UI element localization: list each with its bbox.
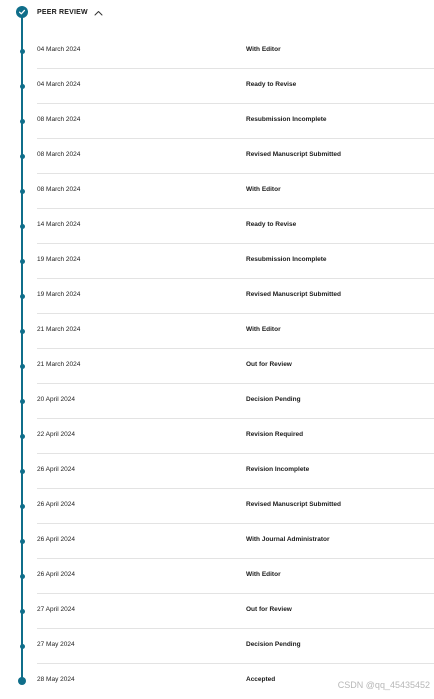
event-date: 19 March 2024 [37,256,81,263]
event-status: Revised Manuscript Submitted [246,291,341,298]
event-status: Revision Required [246,431,304,438]
timeline-dot-icon [19,539,25,544]
event-date: 26 April 2024 [37,536,75,543]
event-date: 08 March 2024 [37,151,81,158]
event-status: Decision Pending [246,641,301,648]
event-date: 04 March 2024 [37,46,81,53]
event-date: 26 April 2024 [37,571,75,578]
event-date: 22 April 2024 [37,431,75,438]
event-status: Revision Incomplete [246,466,310,473]
timeline-dot-icon [19,574,25,579]
event-status: Revised Manuscript Submitted [246,501,341,508]
event-date: 19 March 2024 [37,291,81,298]
event-row: 04 March 2024 Ready to Revise [0,69,434,104]
event-status: With Editor [246,46,281,53]
event-row: 26 April 2024 With Journal Administrator [0,524,434,559]
event-status: With Editor [246,571,281,578]
event-status: Ready to Revise [246,221,297,228]
event-status: Resubmission Incomplete [246,116,327,123]
event-date: 14 March 2024 [37,221,81,228]
timeline-dot-icon [18,677,26,685]
timeline-dot-icon [19,119,25,124]
event-date: 04 March 2024 [37,81,81,88]
event-row: 19 March 2024 Resubmission Incomplete [0,244,434,279]
event-row: 08 March 2024 With Editor [0,174,434,209]
timeline-dot-icon [19,609,25,614]
watermark: CSDN @qq_45435452 [337,680,430,690]
section-title: PEER REVIEW [37,8,88,16]
event-row: 20 April 2024 Decision Pending [0,384,434,419]
event-date: 08 March 2024 [37,186,81,193]
timeline-dot-icon [19,84,25,89]
event-status: Out for Review [246,361,292,368]
timeline-dot-icon [19,364,25,369]
peer-review-toggle[interactable]: PEER REVIEW [37,5,103,19]
event-row: 21 March 2024 Out for Review [0,349,434,384]
event-row: 26 April 2024 Revised Manuscript Submitte… [0,489,434,524]
timeline-dot-icon [19,329,25,334]
event-date: 28 May 2024 [37,676,75,683]
timeline-dot-icon [19,189,25,194]
chevron-up-icon[interactable] [94,3,103,21]
event-history-list: 04 March 2024 With Editor 04 March 2024 Re… [0,34,434,699]
event-row: 27 May 2024 Decision Pending [0,629,434,664]
timeline-dot-icon [19,399,25,404]
event-row: 27 April 2024 Out for Review [0,594,434,629]
event-date: 08 March 2024 [37,116,81,123]
event-status: Out for Review [246,606,292,613]
event-date: 27 April 2024 [37,606,75,613]
timeline-dot-icon [19,644,25,649]
event-row: 08 March 2024 Resubmission Incomplete [0,104,434,139]
event-date: 21 March 2024 [37,361,81,368]
event-status: With Editor [246,326,281,333]
timeline-dot-icon [19,434,25,439]
event-row: 08 March 2024 Revised Manuscript Submitte… [0,139,434,174]
timeline-dot-icon [19,154,25,159]
timeline-dot-icon [19,294,25,299]
event-date: 27 May 2024 [37,641,75,648]
event-status: With Editor [246,186,281,193]
event-row: 22 April 2024 Revision Required [0,419,434,454]
event-status: Accepted [246,676,276,683]
section-header: PEER REVIEW [0,0,434,24]
event-row: 14 March 2024 Ready to Revise [0,209,434,244]
check-circle-icon [16,6,28,18]
event-status: Ready to Revise [246,81,297,88]
event-status: With Journal Administrator [246,536,330,543]
event-date: 26 April 2024 [37,466,75,473]
event-row: 26 April 2024 With Editor [0,559,434,594]
event-status: Decision Pending [246,396,301,403]
timeline-dot-icon [19,469,25,474]
event-status: Revised Manuscript Submitted [246,151,341,158]
event-row: 26 April 2024 Revision Incomplete [0,454,434,489]
event-row: 04 March 2024 With Editor [0,34,434,69]
event-row: 21 March 2024 With Editor [0,314,434,349]
timeline-dot-icon [19,49,25,54]
event-date: 20 April 2024 [37,396,75,403]
event-date: 21 March 2024 [37,326,81,333]
timeline-dot-icon [19,224,25,229]
timeline-dot-icon [19,259,25,264]
event-date: 26 April 2024 [37,501,75,508]
event-status: Resubmission Incomplete [246,256,327,263]
event-row: 19 March 2024 Revised Manuscript Submitte… [0,279,434,314]
timeline-dot-icon [19,504,25,509]
